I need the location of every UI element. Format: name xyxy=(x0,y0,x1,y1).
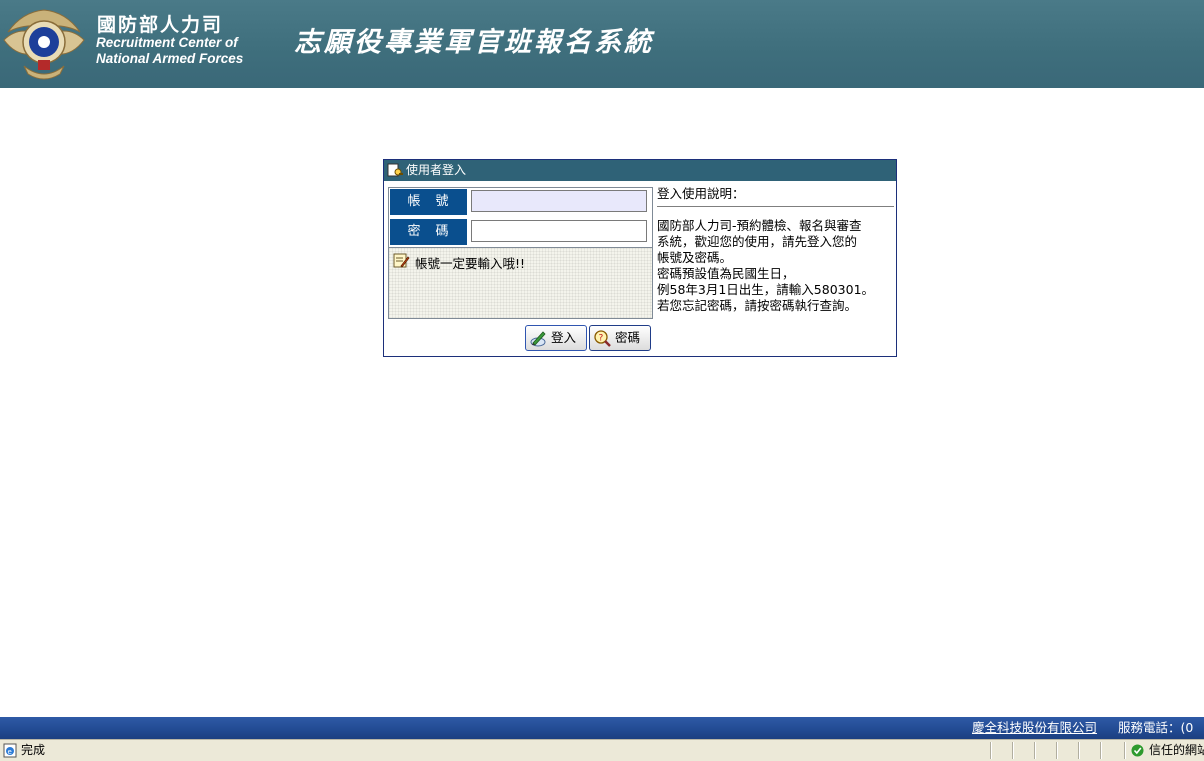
password-label: 密 碼 xyxy=(390,219,467,245)
login-button[interactable]: 登入 xyxy=(525,325,587,351)
service-phone: 服務電話：(0 xyxy=(1118,720,1194,735)
login-panel: 使用者登入 帳 號 密 碼 帳號一定要輸入哦!! 登入 ? 密碼 登入使用說明：… xyxy=(383,159,897,357)
svg-text:e: e xyxy=(8,748,12,756)
status-divider xyxy=(1034,742,1036,759)
pen-sign-icon xyxy=(530,331,546,347)
notepad-pencil-icon xyxy=(393,253,410,268)
status-divider xyxy=(1012,742,1014,759)
armed-forces-emblem-icon xyxy=(3,9,85,80)
header-banner: 國防部人力司 Recruitment Center of National Ar… xyxy=(0,0,1204,88)
login-titlebar: 使用者登入 xyxy=(384,160,896,181)
status-divider xyxy=(1124,742,1126,759)
ie-page-icon: e xyxy=(3,743,17,758)
status-divider xyxy=(1078,742,1080,759)
magnifier-question-icon: ? xyxy=(594,330,611,347)
login-button-label: 登入 xyxy=(551,330,577,345)
status-divider xyxy=(1100,742,1102,759)
org-name-english-line1: Recruitment Center of xyxy=(96,35,238,50)
org-name-chinese: 國防部人力司 xyxy=(97,14,224,36)
login-form: 帳 號 密 碼 帳號一定要輸入哦!! xyxy=(388,187,653,319)
validation-message: 帳號一定要輸入哦!! xyxy=(415,256,526,271)
password-input[interactable] xyxy=(471,220,647,242)
login-title: 使用者登入 xyxy=(406,163,467,177)
browser-status-bar: e 完成 信任的網站 xyxy=(0,739,1204,761)
user-key-icon xyxy=(387,163,403,177)
instructions-line: 若您忘記密碼，請按密碼執行查詢。 xyxy=(657,298,858,313)
org-name-english-line2: National Armed Forces xyxy=(96,51,244,66)
svg-text:?: ? xyxy=(599,334,604,344)
footer-bar: 慶全科技股份有限公司 服務電話：(0 xyxy=(0,717,1204,739)
system-title: 志願役專業軍官班報名系統 xyxy=(294,27,654,58)
instructions-divider xyxy=(657,206,894,207)
account-input[interactable] xyxy=(471,190,647,212)
company-link[interactable]: 慶全科技股份有限公司 xyxy=(972,717,1097,739)
account-label: 帳 號 xyxy=(390,189,467,215)
password-row: 密 碼 xyxy=(389,218,652,246)
status-divider xyxy=(990,742,992,759)
security-zone-text: 信任的網站 xyxy=(1149,743,1204,757)
account-row: 帳 號 xyxy=(389,188,652,216)
message-area: 帳號一定要輸入哦!! xyxy=(389,247,652,318)
password-lookup-button[interactable]: ? 密碼 xyxy=(589,325,651,351)
instructions-title: 登入使用說明： xyxy=(657,186,745,201)
status-divider xyxy=(1056,742,1058,759)
password-button-label: 密碼 xyxy=(615,330,641,345)
trusted-zone-check-icon xyxy=(1131,744,1144,757)
status-text: 完成 xyxy=(21,743,46,757)
